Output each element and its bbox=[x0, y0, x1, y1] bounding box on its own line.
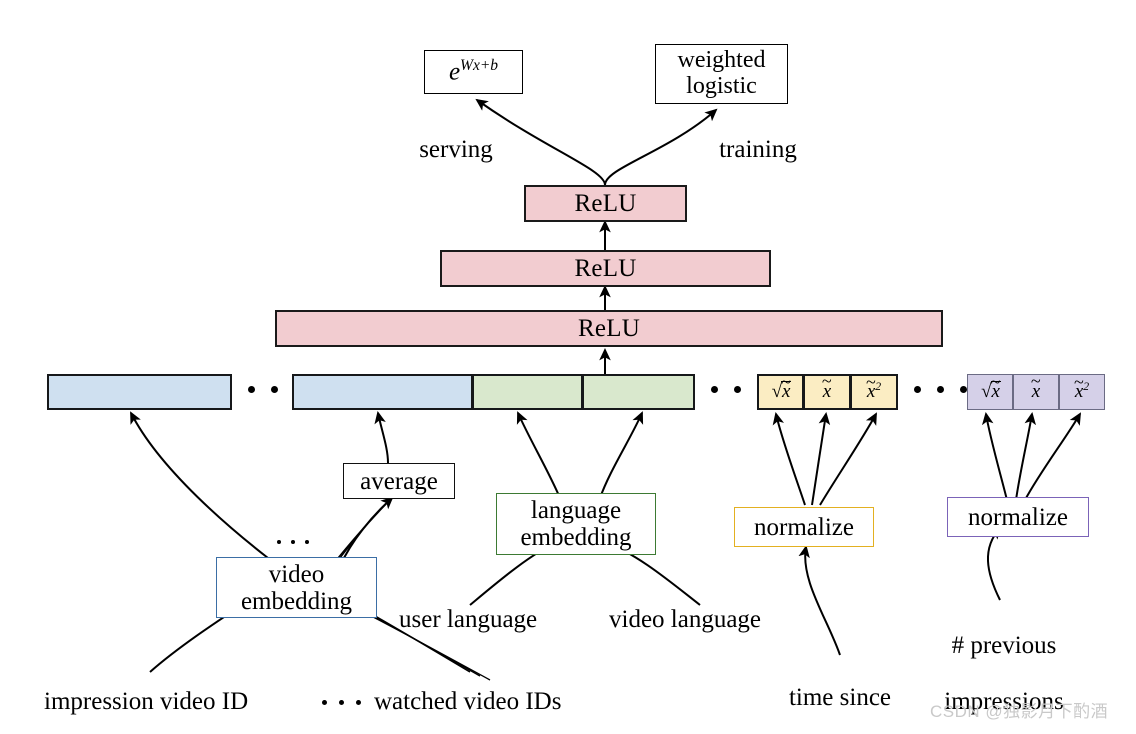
input-video-language: video language bbox=[609, 606, 762, 633]
feature-cell-impressions-squared-label: ~ x2 bbox=[1073, 372, 1090, 403]
edge-average-to-block2 bbox=[374, 411, 389, 464]
language-embedding-line2: embedding bbox=[520, 524, 632, 551]
edge-normalize-time-to-cell2 bbox=[811, 412, 831, 506]
csdn-watermark: CSDN @独影月下酌酒 bbox=[930, 702, 1109, 721]
normalize-time-label: normalize bbox=[754, 513, 854, 541]
feature-cell-impressions-squared[interactable]: ~ x2 bbox=[1059, 372, 1105, 410]
edge-language-embedding-to-cell1 bbox=[516, 411, 561, 499]
average-box-label: average bbox=[360, 467, 438, 495]
feature-cell-impressions-label: ~ x bbox=[1030, 371, 1041, 402]
language-embedding-line1: language bbox=[530, 497, 622, 524]
training-output-line1: weighted bbox=[677, 47, 766, 74]
ellipsis-watched-videos bbox=[272, 540, 314, 544]
feature-block-watched-videos-embedding[interactable] bbox=[292, 374, 473, 410]
input-impression-video-id: impression video ID bbox=[44, 688, 249, 715]
relu-layer-middle-label: ReLU bbox=[574, 255, 637, 282]
input-impressions-line1: # previous bbox=[951, 632, 1057, 659]
feature-cell-sqrt-impressions[interactable]: √ ~ x bbox=[967, 371, 1013, 410]
edge-video-embedding-to-block1 bbox=[130, 411, 269, 559]
training-output-line2: logistic bbox=[686, 73, 757, 99]
edge-language-embedding-to-cell2 bbox=[599, 411, 644, 499]
normalize-impressions-box[interactable]: normalize bbox=[947, 497, 1089, 537]
edge-time-input-to-normalize bbox=[798, 545, 841, 656]
normalize-impressions-label: normalize bbox=[968, 503, 1068, 531]
feature-block-impression-video-embedding[interactable] bbox=[47, 374, 232, 410]
video-embedding-box[interactable]: video embedding bbox=[216, 557, 377, 618]
feature-cell-sqrt-time[interactable]: √ ~ x bbox=[757, 371, 804, 410]
ellipsis-features-3 bbox=[906, 386, 975, 393]
normalize-time-box[interactable]: normalize bbox=[734, 507, 874, 547]
input-time-since-last-watch: time since last watch bbox=[752, 656, 928, 734]
edge-video-embedding-to-average bbox=[339, 496, 394, 567]
edge-impressions-input-to-normalize bbox=[987, 526, 1002, 601]
relu-layer-bottom[interactable]: ReLU bbox=[275, 310, 943, 347]
feature-cell-sqrt-time-label: √ ~ x bbox=[771, 371, 792, 403]
serving-label: serving bbox=[419, 136, 493, 163]
serving-output-box[interactable]: eWx+b bbox=[424, 50, 523, 94]
video-embedding-line2: embedding bbox=[240, 587, 353, 615]
figure-canvas: eWx+b weighted logistic serving training… bbox=[0, 0, 1136, 734]
feature-cell-time-squared-label: ~ x2 bbox=[865, 372, 882, 403]
edge-normalize-time-to-cell3 bbox=[819, 412, 877, 506]
edge-normalize-impr-to-cell1 bbox=[981, 412, 1008, 501]
input-user-language: user language bbox=[399, 606, 538, 633]
average-box[interactable]: average bbox=[343, 463, 455, 499]
training-label: training bbox=[719, 136, 797, 163]
language-embedding-box[interactable]: language embedding bbox=[496, 493, 656, 555]
feature-cell-time[interactable]: ~ x bbox=[804, 371, 851, 410]
relu-layer-bottom-label: ReLU bbox=[578, 315, 640, 342]
feature-cell-video-language[interactable] bbox=[583, 374, 695, 410]
feature-cell-user-language[interactable] bbox=[473, 374, 583, 410]
feature-cell-time-squared[interactable]: ~ x2 bbox=[851, 372, 898, 410]
feature-cell-time-label: ~ x bbox=[821, 371, 832, 402]
feature-cell-sqrt-impressions-label: √ ~ x bbox=[981, 371, 1001, 403]
relu-layer-top-label: ReLU bbox=[574, 190, 637, 217]
relu-layer-top[interactable]: ReLU bbox=[524, 185, 687, 222]
edge-normalize-time-to-cell1 bbox=[772, 412, 806, 506]
input-watched-video-ids: watched video IDs bbox=[374, 688, 562, 715]
training-output-box[interactable]: weighted logistic bbox=[655, 44, 788, 104]
video-embedding-line1: video bbox=[268, 560, 325, 588]
ellipsis-video-ids bbox=[316, 700, 367, 705]
input-time-line1: time since bbox=[788, 684, 892, 711]
serving-formula: eWx+b bbox=[448, 57, 499, 86]
edge-normalize-impr-to-cell2 bbox=[1015, 412, 1037, 501]
feature-cell-impressions[interactable]: ~ x bbox=[1013, 371, 1059, 410]
relu-layer-middle[interactable]: ReLU bbox=[440, 250, 771, 287]
edge-normalize-impr-to-cell3 bbox=[1024, 412, 1082, 501]
